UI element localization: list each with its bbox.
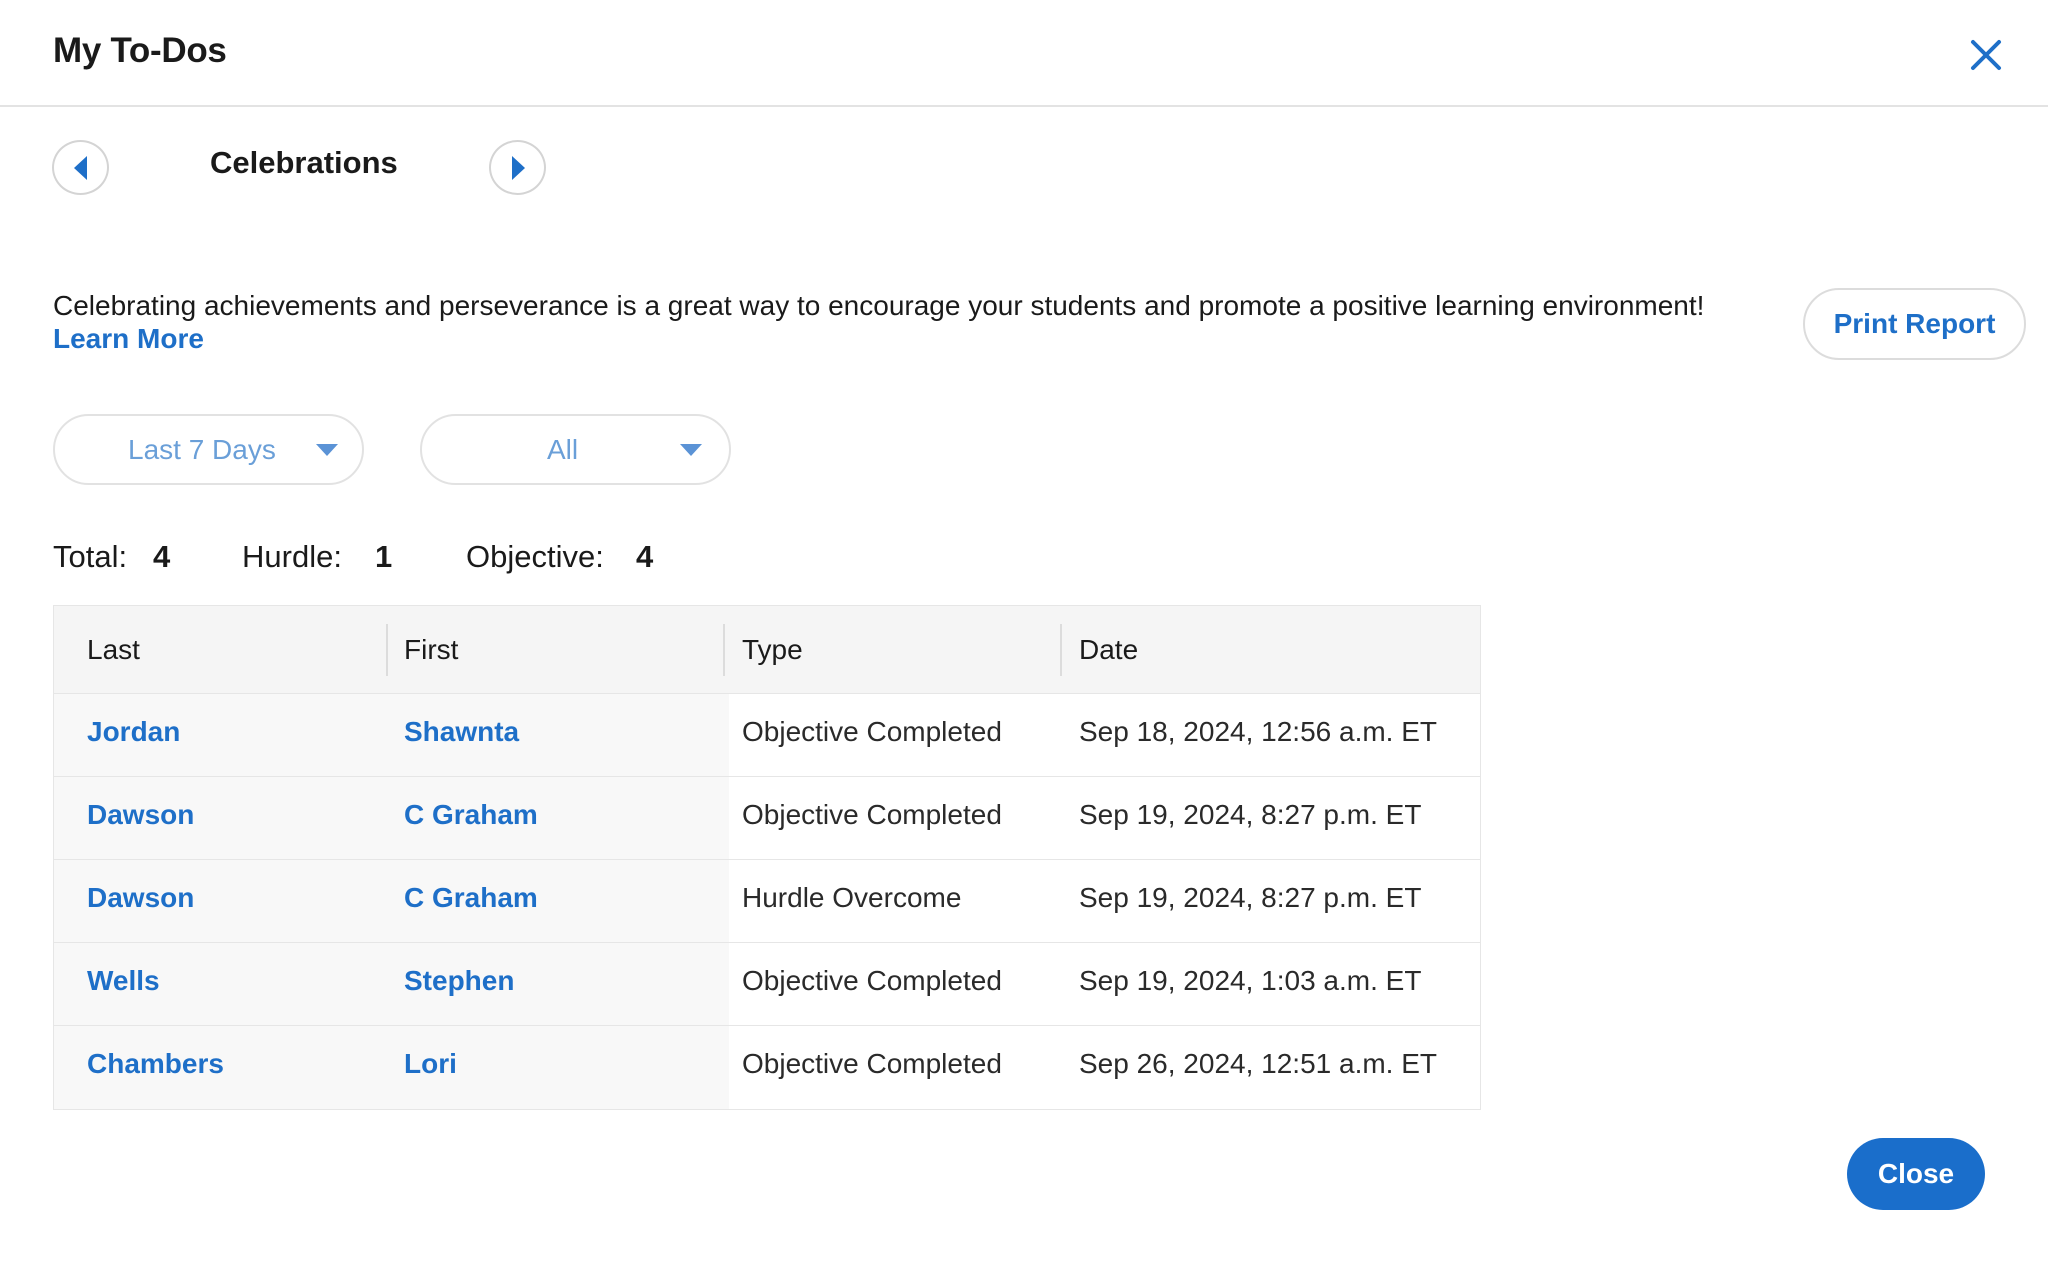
modal-header: My To-Dos: [0, 0, 2048, 107]
column-divider: [1060, 624, 1062, 676]
table-row: Chambers Lori Objective Completed Sep 26…: [54, 1026, 1480, 1109]
column-header-type[interactable]: Type: [742, 634, 803, 666]
table-row: Dawson C Graham Objective Completed Sep …: [54, 777, 1480, 860]
learn-more-link[interactable]: Learn More: [53, 323, 204, 355]
column-header-first[interactable]: First: [404, 634, 458, 666]
celebration-type: Objective Completed: [742, 1048, 1002, 1079]
table-header: Last First Type Date: [54, 606, 1480, 694]
celebration-type: Objective Completed: [742, 716, 1002, 747]
first-name-link[interactable]: Shawnta: [404, 716, 519, 748]
hurdle-count: 1: [375, 539, 393, 574]
print-report-button[interactable]: Print Report: [1803, 288, 2026, 360]
celebration-date: Sep 26, 2024, 12:51 a.m. ET: [1079, 1048, 1438, 1079]
modal-title: My To-Dos: [53, 31, 227, 70]
celebration-type: Hurdle Overcome: [742, 882, 962, 913]
first-name-link[interactable]: C Graham: [404, 799, 538, 831]
date-range-value: Last 7 Days: [128, 434, 276, 465]
column-header-date[interactable]: Date: [1079, 634, 1138, 666]
previous-section-button[interactable]: [52, 140, 109, 195]
celebration-type: Objective Completed: [742, 799, 1002, 830]
close-icon[interactable]: [1968, 37, 2004, 73]
last-name-link[interactable]: Dawson: [87, 882, 194, 914]
last-name-link[interactable]: Wells: [87, 965, 160, 997]
close-button[interactable]: Close: [1847, 1138, 1985, 1210]
type-filter-value: All: [547, 434, 579, 465]
next-section-button[interactable]: [489, 140, 546, 195]
todos-modal: My To-Dos Celebrations Celebrating achie…: [0, 0, 2048, 1281]
type-filter-dropdown[interactable]: All: [420, 414, 731, 485]
section-title: Celebrations: [210, 145, 398, 180]
caret-left-icon: [73, 155, 87, 180]
objective-label: Objective:: [466, 539, 604, 574]
table-row: Dawson C Graham Hurdle Overcome Sep 19, …: [54, 860, 1480, 943]
celebration-date: Sep 19, 2024, 8:27 p.m. ET: [1079, 882, 1422, 913]
column-divider: [723, 624, 725, 676]
column-header-last[interactable]: Last: [87, 634, 140, 666]
celebration-date: Sep 19, 2024, 8:27 p.m. ET: [1079, 799, 1422, 830]
first-name-link[interactable]: C Graham: [404, 882, 538, 914]
column-divider: [386, 624, 388, 676]
last-name-link[interactable]: Dawson: [87, 799, 194, 831]
objective-count: 4: [636, 539, 654, 574]
date-range-dropdown[interactable]: Last 7 Days: [53, 414, 364, 485]
section-description: Celebrating achievements and perseveranc…: [53, 290, 1705, 321]
total-label: Total:: [53, 539, 128, 574]
first-name-link[interactable]: Stephen: [404, 965, 514, 997]
celebration-date: Sep 19, 2024, 1:03 a.m. ET: [1079, 965, 1422, 996]
caret-down-icon: [316, 444, 338, 456]
first-name-link[interactable]: Lori: [404, 1048, 457, 1080]
table-row: Jordan Shawnta Objective Completed Sep 1…: [54, 694, 1480, 777]
celebration-date: Sep 18, 2024, 12:56 a.m. ET: [1079, 716, 1438, 747]
caret-down-icon: [680, 444, 702, 456]
caret-right-icon: [511, 155, 525, 180]
total-count: 4: [153, 539, 171, 574]
last-name-link[interactable]: Jordan: [87, 716, 180, 748]
celebrations-table: Last First Type Date Jordan Shawnta Obje…: [53, 605, 1481, 1110]
table-row: Wells Stephen Objective Completed Sep 19…: [54, 943, 1480, 1026]
celebration-type: Objective Completed: [742, 965, 1002, 996]
last-name-link[interactable]: Chambers: [87, 1048, 224, 1080]
hurdle-label: Hurdle:: [242, 539, 342, 574]
